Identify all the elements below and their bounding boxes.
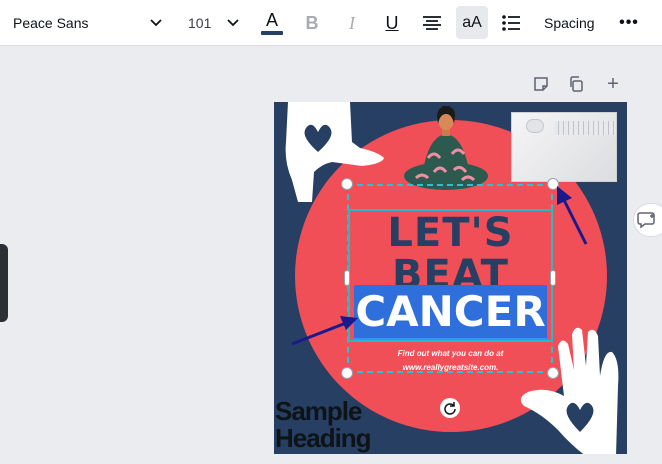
annotation-arrow [291,316,358,346]
annotation-arrows [291,186,588,346]
annotation-arrow [557,186,588,245]
